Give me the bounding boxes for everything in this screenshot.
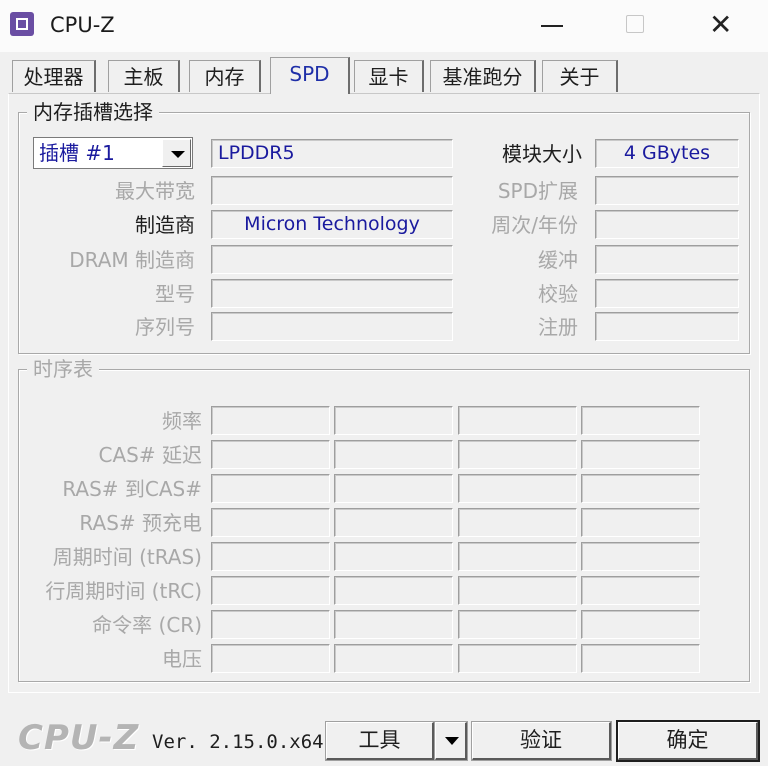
timing-cell [211,474,330,503]
timing-cell [581,406,700,435]
timing-cell [458,644,577,673]
close-button[interactable]: ✕ [699,0,745,52]
chevron-down-icon [445,737,459,745]
close-icon: ✕ [709,8,733,41]
title-bar: CPU-Z ✕ [0,0,768,52]
registered-label: 注册 [538,315,578,339]
tab-spd[interactable]: SPD [270,57,350,94]
timing-cell [334,406,453,435]
maximize-button[interactable] [611,0,657,52]
timing-cell [581,508,700,537]
module-size-field: 4 GBytes [595,139,739,168]
spd-ext-field [595,176,739,205]
timing-cell [211,508,330,537]
week-year-field [595,210,739,239]
timing-cell [334,508,453,537]
memory-type-field: LPDDR5 [211,139,453,168]
timing-cell [334,610,453,639]
week-year-label: 周次/年份 [491,213,578,237]
timing-cell [334,542,453,571]
cpu-z-logo: CPU-Z [18,718,140,758]
serial-field [211,312,453,341]
timing-row-label: 电压 [162,647,202,671]
timing-row-label: 命令率 (CR) [92,613,202,637]
timing-cell [211,406,330,435]
minimize-button[interactable] [528,0,574,52]
tab-bench[interactable]: 基准跑分 [430,60,536,92]
dram-manufacturer-field [211,245,453,274]
memory-slot-group-title: 内存插槽选择 [27,100,159,124]
timing-cell [581,576,700,605]
tab-processor[interactable]: 处理器 [12,60,96,92]
dram-manufacturer-label: DRAM 制造商 [69,248,195,272]
timing-cell [458,406,577,435]
spd-ext-label: SPD扩展 [497,179,578,203]
tools-dropdown-button[interactable] [434,721,468,761]
buffered-label: 缓冲 [538,248,578,272]
tab-memory[interactable]: 内存 [189,60,261,92]
timing-cell [458,440,577,469]
ok-button[interactable]: 确定 [616,720,760,762]
timings-group-title: 时序表 [27,357,99,381]
timing-row-label: RAS# 到CAS# [62,477,202,501]
timing-cell [581,644,700,673]
minimize-icon [541,25,563,27]
cpu-chip-icon [10,12,34,36]
timing-cell [211,610,330,639]
timing-cell [211,542,330,571]
timing-cell [581,610,700,639]
timing-row-label: 周期时间 (tRAS) [52,545,202,569]
timing-cell [458,474,577,503]
slot-select-value: 插槽 #1 [39,141,115,165]
timing-row-label: 频率 [162,409,202,433]
timing-row-label: RAS# 预充电 [79,511,202,535]
window-title: CPU-Z [50,13,115,37]
timing-cell [334,474,453,503]
maximize-icon [626,15,644,33]
correction-label: 校验 [538,282,578,306]
tab-mainboard[interactable]: 主板 [108,60,180,92]
buffered-field [595,245,739,274]
timing-cell [211,644,330,673]
timing-cell [211,576,330,605]
timing-cell [458,542,577,571]
version-text: Ver. 2.15.0.x64 [152,731,324,753]
timing-cell [334,576,453,605]
manufacturer-label: 制造商 [135,213,195,237]
slot-select-dropdown[interactable]: 插槽 #1 [33,137,193,169]
part-number-label: 型号 [155,282,195,306]
registered-field [595,312,739,341]
serial-label: 序列号 [135,315,195,339]
timing-cell [458,576,577,605]
tools-button[interactable]: 工具 [325,721,435,761]
part-number-field [211,279,453,308]
timing-row-label: CAS# 延迟 [98,443,202,467]
timing-row-label: 行周期时间 (tRC) [45,579,202,603]
validate-button[interactable]: 验证 [471,721,612,761]
timing-cell [334,440,453,469]
module-size-label: 模块大小 [502,142,582,166]
timing-cell [458,508,577,537]
manufacturer-field: Micron Technology [211,210,453,239]
timing-cell [581,542,700,571]
timing-cell [581,474,700,503]
correction-field [595,279,739,308]
tab-about[interactable]: 关于 [542,60,618,92]
timing-cell [581,440,700,469]
tab-graphics[interactable]: 显卡 [354,60,424,92]
max-bandwidth-label: 最大带宽 [115,179,195,203]
max-bandwidth-field [211,176,453,205]
timing-cell [334,644,453,673]
timing-cell [458,610,577,639]
chevron-down-icon[interactable] [162,139,191,167]
timing-cell [211,440,330,469]
